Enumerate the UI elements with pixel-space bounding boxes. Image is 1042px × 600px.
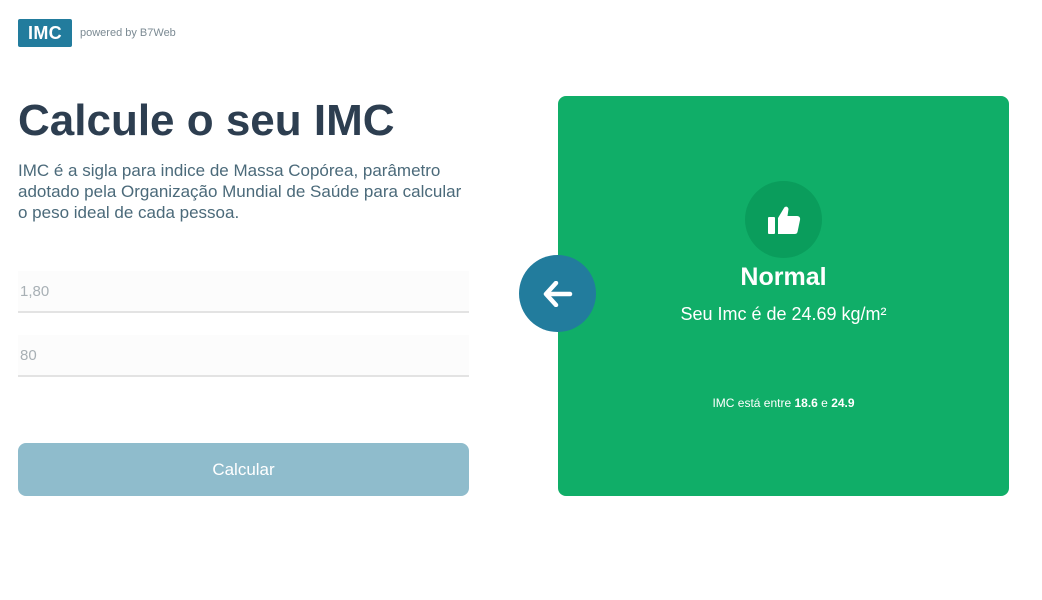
- range-min: 18.6: [794, 396, 818, 410]
- back-button[interactable]: [519, 255, 596, 332]
- result-range: IMC está entre 18.6 e 24.9: [558, 396, 1009, 410]
- logo: IMC: [18, 19, 72, 47]
- range-prefix: IMC está entre: [712, 396, 795, 410]
- result-card: Normal Seu Imc é de 24.69 kg/m² IMC está…: [558, 96, 1009, 496]
- powered-by-text: powered by B7Web: [80, 27, 176, 39]
- range-joiner: e: [817, 396, 832, 410]
- header: IMC powered by B7Web: [18, 19, 176, 47]
- height-input[interactable]: [18, 271, 469, 313]
- page-description: IMC é a sigla para indice de Massa Copór…: [18, 161, 462, 222]
- calculate-button[interactable]: Calcular: [18, 443, 469, 496]
- arrow-left-icon: [543, 280, 572, 307]
- result-status: Normal: [740, 263, 827, 291]
- range-max: 24.9: [831, 396, 855, 410]
- result-value: Seu Imc é de 24.69 kg/m²: [680, 304, 887, 324]
- intro-section: Calcule o seu IMC IMC é a sigla para ind…: [18, 96, 469, 223]
- result-icon-circle: [745, 181, 822, 258]
- weight-input[interactable]: [18, 335, 469, 377]
- page-title: Calcule o seu IMC: [18, 96, 395, 145]
- thumbs-up-icon: [767, 206, 800, 234]
